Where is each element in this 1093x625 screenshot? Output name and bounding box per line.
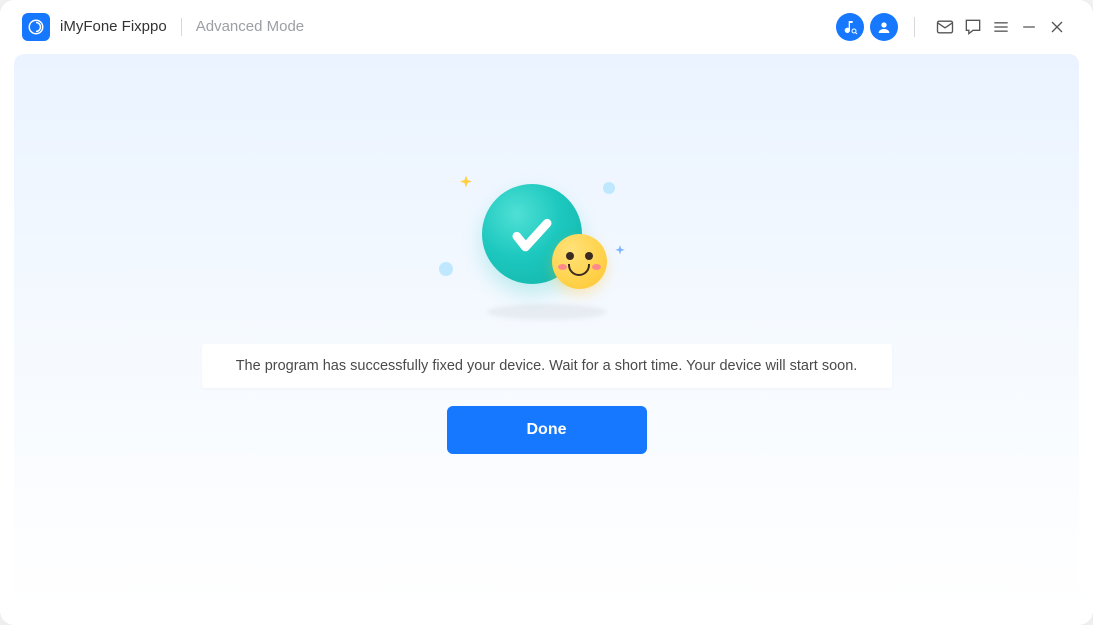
sparkle-icon	[613, 244, 627, 263]
app-window: iMyFone Fixppo Advanced Mode	[0, 0, 1093, 625]
app-name: iMyFone Fixppo	[60, 18, 167, 35]
status-message: The program has successfully fixed your …	[202, 344, 892, 388]
title-bar-actions	[830, 13, 1071, 41]
toolbar-divider	[914, 17, 915, 37]
mode-label: Advanced Mode	[196, 18, 304, 35]
close-button[interactable]	[1043, 13, 1071, 41]
sparkle-icon	[457, 174, 475, 197]
illustration-shadow	[487, 304, 607, 320]
title-bar: iMyFone Fixppo Advanced Mode	[0, 0, 1093, 54]
success-illustration	[457, 174, 637, 314]
title-divider	[181, 18, 182, 36]
app-logo-icon	[22, 13, 50, 41]
feedback-icon[interactable]	[959, 13, 987, 41]
menu-icon[interactable]	[987, 13, 1015, 41]
mail-icon[interactable]	[931, 13, 959, 41]
decorative-dot	[439, 262, 453, 276]
done-button[interactable]: Done	[447, 406, 647, 454]
main-panel: The program has successfully fixed your …	[14, 54, 1079, 611]
decorative-dot	[603, 182, 615, 194]
music-search-icon[interactable]	[836, 13, 864, 41]
minimize-button[interactable]	[1015, 13, 1043, 41]
account-icon[interactable]	[870, 13, 898, 41]
smiley-icon	[552, 234, 607, 289]
